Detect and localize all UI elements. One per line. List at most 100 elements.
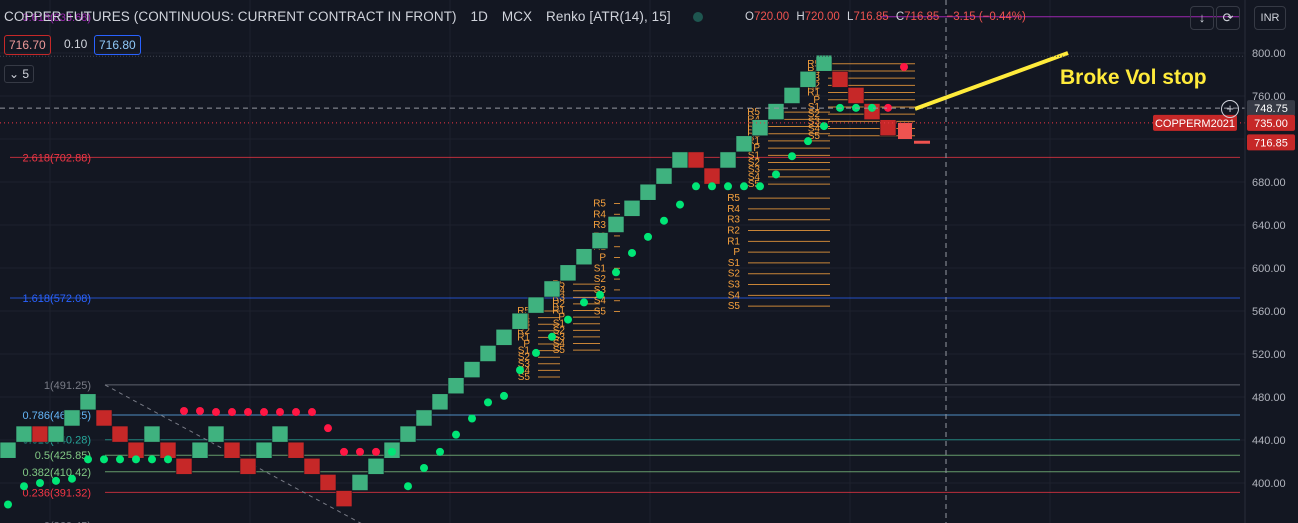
open-value: 720.00: [753, 11, 790, 23]
fib-level-label: 0.236(391.32): [23, 487, 92, 499]
renko-brick-up[interactable]: [447, 377, 465, 395]
price-tick-label: 400.00: [1252, 478, 1286, 490]
fib-level-label: 0.786(463.25): [23, 410, 92, 422]
pivot-label: R5: [727, 193, 740, 204]
renko-brick-up[interactable]: [399, 425, 417, 443]
renko-brick-down[interactable]: [879, 119, 897, 137]
vol-stop-dot-up: [164, 455, 172, 464]
renko-brick-up[interactable]: [767, 103, 785, 120]
renko-brick-down[interactable]: [303, 457, 321, 475]
renko-brick-up[interactable]: [191, 441, 209, 459]
renko-brick-up[interactable]: [255, 441, 273, 459]
vol-stop-dot-up: [500, 391, 508, 400]
renko-brick-up[interactable]: [143, 425, 161, 443]
price-tick-label: 640.00: [1252, 220, 1286, 232]
close-value: 716.85: [904, 11, 940, 23]
vol-stop-dot-up: [596, 290, 604, 299]
renko-brick-up[interactable]: [735, 135, 753, 153]
vol-stop-dot-down: [372, 447, 380, 456]
renko-brick-up[interactable]: [527, 296, 545, 314]
download-arrow-icon[interactable]: ↓: [1190, 6, 1214, 30]
renko-brick-up[interactable]: [271, 425, 289, 443]
pivot-label: S5: [594, 307, 607, 318]
vol-stop-dot-up: [4, 500, 12, 509]
close-label: C: [895, 11, 905, 23]
vol-stop-dot-up: [388, 447, 396, 456]
renko-brick-up[interactable]: [591, 232, 609, 249]
renko-brick-up[interactable]: [415, 409, 433, 427]
vol-stop-dot-up: [532, 348, 540, 357]
renko-brick-up[interactable]: [719, 151, 737, 169]
renko-brick-up[interactable]: [639, 183, 657, 201]
collapse-indicators-button[interactable]: ⌄ 5: [4, 65, 34, 83]
vol-stop-dot-down: [340, 447, 348, 456]
renko-brick-down[interactable]: [287, 441, 305, 459]
buy-price-button[interactable]: 716.80: [94, 35, 141, 55]
renko-brick-up[interactable]: [751, 119, 769, 137]
renko-brick-up[interactable]: [495, 328, 513, 346]
refresh-icon[interactable]: ⟳: [1216, 6, 1240, 30]
symbol-title[interactable]: COPPER FUTURES (CONTINUOUS: CURRENT CONT…: [4, 9, 457, 24]
chart-legend: COPPER FUTURES (CONTINUOUS: CURRENT CONT…: [4, 9, 713, 24]
renko-brick-down[interactable]: [223, 441, 241, 459]
price-tick-label: 440.00: [1252, 435, 1286, 447]
renko-brick-up[interactable]: [367, 457, 385, 475]
vol-stop-dot-up: [84, 455, 92, 464]
renko-brick-down[interactable]: [335, 490, 353, 507]
currency-button[interactable]: INR: [1254, 6, 1286, 30]
vol-stop-dot-up: [772, 170, 780, 179]
renko-brick-down[interactable]: [239, 457, 257, 475]
renko-brick-up[interactable]: [655, 167, 673, 185]
renko-brick-up[interactable]: [207, 425, 225, 443]
chart-style-label[interactable]: Renko [ATR(14), 15]: [546, 9, 671, 24]
renko-brick-down[interactable]: [95, 409, 113, 427]
renko-brick-up[interactable]: [0, 441, 17, 459]
renko-brick-up[interactable]: [783, 87, 801, 104]
vol-stop-dot-up: [740, 182, 748, 191]
vol-stop-dot-down: [180, 406, 188, 415]
sell-price-button[interactable]: 716.70: [4, 35, 51, 55]
renko-brick-down[interactable]: [319, 474, 337, 491]
renko-brick-up[interactable]: [479, 345, 497, 362]
vol-stop-dot-up: [452, 430, 460, 439]
renko-brick-up[interactable]: [79, 393, 97, 411]
renko-brick-up[interactable]: [47, 425, 65, 443]
vol-stop-dot-up: [100, 455, 108, 464]
vol-stop-dot-up: [68, 474, 76, 483]
renko-brick-up[interactable]: [543, 280, 561, 298]
ohlc-values: O720.00 H720.00 L716.85 C716.85 −3.15 (−…: [745, 11, 1026, 23]
renko-brick-up[interactable]: [607, 216, 625, 233]
vol-stop-dot-up: [436, 447, 444, 456]
renko-brick-up[interactable]: [623, 199, 641, 217]
fib-level-label: 0.5(425.85): [35, 450, 91, 462]
pivot-label: S3: [728, 280, 741, 291]
renko-brick-down[interactable]: [175, 457, 193, 475]
renko-brick-down[interactable]: [847, 87, 865, 104]
vol-stop-dot-down: [292, 408, 300, 417]
renko-brick-down[interactable]: [687, 151, 705, 169]
renko-brick-live[interactable]: [898, 122, 912, 139]
renko-brick-up[interactable]: [815, 54, 833, 72]
renko-brick-up[interactable]: [671, 151, 689, 169]
renko-brick-down[interactable]: [703, 167, 721, 185]
renko-brick-down[interactable]: [831, 70, 849, 88]
renko-brick-up[interactable]: [511, 312, 529, 330]
vol-stop-dot-up: [116, 455, 124, 464]
vol-stop-dot-down: [308, 408, 316, 417]
vol-stop-dot-down: [900, 62, 908, 71]
renko-brick-up[interactable]: [463, 361, 481, 378]
renko-brick-up[interactable]: [351, 474, 369, 491]
renko-brick-up[interactable]: [431, 393, 449, 411]
renko-brick-up[interactable]: [63, 409, 81, 427]
pivot-label: S1: [728, 258, 741, 269]
exchange-label: MCX: [501, 9, 533, 24]
vol-stop-dot-down: [260, 408, 268, 417]
renko-brick-up[interactable]: [559, 264, 577, 282]
renko-brick-up[interactable]: [575, 248, 593, 266]
interval-label[interactable]: 1D: [471, 9, 488, 24]
renko-brick-up[interactable]: [15, 425, 33, 443]
renko-brick-down[interactable]: [111, 425, 129, 443]
add-alert-plus-icon[interactable]: +: [1221, 100, 1239, 118]
renko-brick-down[interactable]: [31, 425, 49, 443]
renko-brick-up[interactable]: [799, 70, 817, 88]
